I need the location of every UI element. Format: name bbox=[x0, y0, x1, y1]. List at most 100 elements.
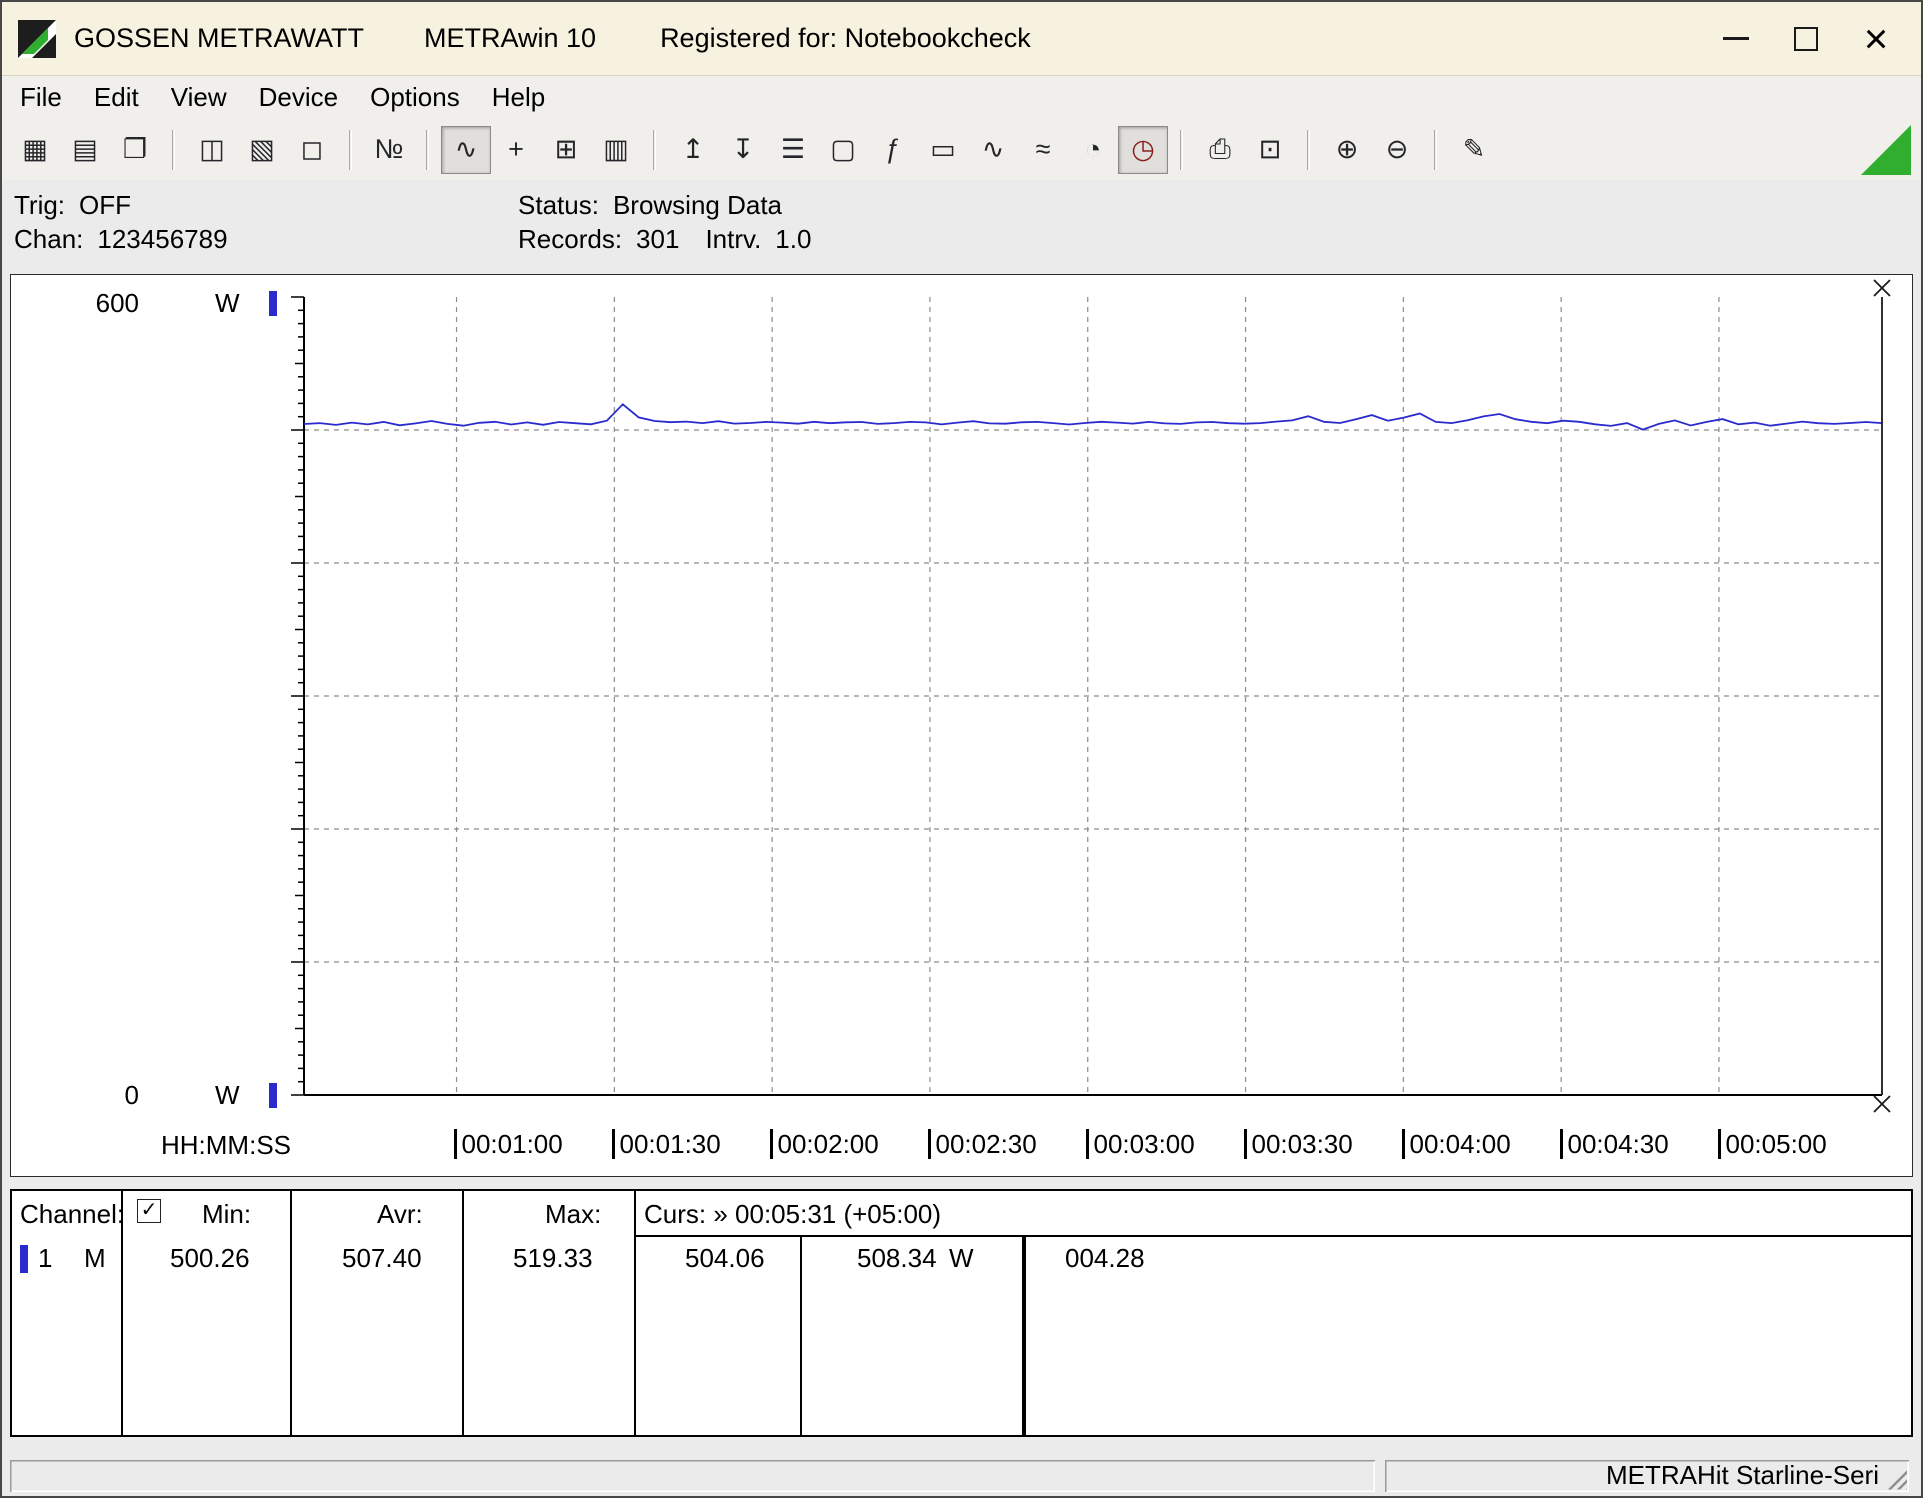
status-value: Browsing Data bbox=[612, 190, 783, 220]
intrv-value: 1.0 bbox=[775, 224, 812, 254]
tick-mark bbox=[1244, 1129, 1247, 1159]
x-tick-label: 00:03:00 bbox=[1086, 1129, 1195, 1159]
crosshair-icon[interactable]: + bbox=[491, 126, 541, 174]
y-axis-unit-bottom: W bbox=[215, 1080, 240, 1110]
chart-panel: 600 W 0 W HH:MM:SS 00:01:00 00:01:30 00:… bbox=[10, 274, 1913, 1177]
sequence-list-icon[interactable]: ☰ bbox=[768, 126, 818, 174]
status-label: Status: bbox=[518, 190, 599, 220]
zoom-out-icon[interactable]: ⊖ bbox=[1372, 126, 1422, 174]
export-icon[interactable]: ◫ bbox=[187, 126, 237, 174]
app-logo-icon bbox=[18, 19, 56, 58]
tick-mark bbox=[454, 1129, 457, 1159]
toolbar-separator bbox=[1307, 129, 1310, 170]
function-icon[interactable]: ƒ bbox=[868, 126, 918, 174]
col-header-channel: Channel: bbox=[20, 1199, 125, 1229]
table-column-divider-thick bbox=[1022, 1235, 1026, 1435]
col-header-min: Min: bbox=[202, 1199, 252, 1229]
download-icon[interactable]: ↧ bbox=[718, 126, 768, 174]
status-panel: Trig: OFF Chan: 123456789 Status: Browsing … bbox=[2, 180, 1921, 274]
save-icon[interactable]: ▦ bbox=[10, 126, 60, 174]
records-label: Records: bbox=[518, 224, 623, 254]
toolbar: ▦ ▤ ❐ ◫ ▧ ◻ № ∿ + ⊞ ▥ ↥ ↧ ☰ ▢ ƒ ▭ ∿ ≈ ◔ … bbox=[2, 119, 1921, 180]
maximize-button[interactable] bbox=[1771, 2, 1841, 76]
toolbar-separator bbox=[172, 129, 175, 170]
tick-mark bbox=[1560, 1129, 1563, 1159]
statusbar: METRAHit Starline-Seri bbox=[2, 1455, 1921, 1496]
zoom-in-icon[interactable]: ⊕ bbox=[1322, 126, 1372, 174]
table-column-divider bbox=[290, 1191, 292, 1435]
channel-color-marker bbox=[20, 1245, 28, 1273]
window-title-brand: GOSSEN METRAWATT bbox=[74, 23, 364, 53]
menu-device[interactable]: Device bbox=[243, 76, 354, 119]
numeric-display-icon[interactable]: № bbox=[364, 126, 414, 174]
connected-device-name: METRAHit Starline-Seri bbox=[1605, 1460, 1879, 1490]
y-axis-max-label: 600 bbox=[95, 288, 139, 318]
col-header-cursor: Curs: » 00:05:31 (+05:00) bbox=[644, 1199, 942, 1229]
cell-delta-value: 004.28 bbox=[1065, 1243, 1145, 1273]
tick-mark bbox=[1086, 1129, 1089, 1159]
trigger-channel-info: Trig: OFF Chan: 123456789 bbox=[14, 188, 228, 256]
x-tick-label: 00:02:30 bbox=[928, 1129, 1037, 1159]
table-column-divider bbox=[121, 1191, 123, 1435]
x-tick-label: 00:02:00 bbox=[770, 1129, 879, 1159]
x-tick-label: 00:04:00 bbox=[1402, 1129, 1511, 1159]
envelope-icon[interactable]: ≈ bbox=[1018, 126, 1068, 174]
open-icon[interactable]: ❐ bbox=[110, 126, 160, 174]
menu-options[interactable]: Options bbox=[354, 76, 476, 119]
close-button[interactable]: × bbox=[1841, 2, 1911, 76]
minimize-button[interactable] bbox=[1701, 2, 1771, 76]
device-display-icon[interactable]: ▭ bbox=[918, 126, 968, 174]
y-axis-unit-top: W bbox=[215, 288, 240, 318]
print-icon[interactable]: ⎙ bbox=[1195, 126, 1245, 174]
trend-plot[interactable] bbox=[11, 275, 1912, 1176]
cell-cursor-value-2: 508.34 bbox=[857, 1243, 937, 1273]
expand-triangle-icon[interactable] bbox=[1861, 125, 1911, 175]
menu-file[interactable]: File bbox=[4, 76, 78, 119]
table-view-icon[interactable]: ⊞ bbox=[541, 126, 591, 174]
chan-value: 123456789 bbox=[97, 224, 228, 254]
window-title-registered: Registered for: Notebookcheck bbox=[660, 23, 1031, 53]
cell-unit: W bbox=[949, 1243, 974, 1273]
toolbar-separator bbox=[1434, 129, 1437, 170]
cursor-header-divider bbox=[634, 1235, 1911, 1237]
timer-icon[interactable]: ◷ bbox=[1118, 125, 1168, 174]
import-icon[interactable]: ▧ bbox=[237, 126, 287, 174]
comment-icon[interactable]: ✎ bbox=[1449, 126, 1499, 174]
print-preview-icon[interactable]: ⊡ bbox=[1245, 126, 1295, 174]
y-axis-min-label: 0 bbox=[124, 1080, 139, 1110]
table-column-divider bbox=[800, 1235, 802, 1435]
intrv-label: Intrv. bbox=[705, 224, 762, 254]
upload-icon[interactable]: ↥ bbox=[668, 126, 718, 174]
bar-graph-icon[interactable]: ▥ bbox=[591, 126, 641, 174]
cell-channel-number: 1 bbox=[38, 1243, 53, 1273]
col-header-avr: Avr: bbox=[377, 1199, 423, 1229]
toolbar-separator bbox=[426, 129, 429, 170]
waveform-icon[interactable]: ∿ bbox=[968, 126, 1018, 174]
records-value: 301 bbox=[636, 224, 680, 254]
copy-icon[interactable]: ◻ bbox=[287, 126, 337, 174]
cell-min-value: 500.26 bbox=[170, 1243, 250, 1273]
maximize-icon bbox=[1794, 26, 1818, 51]
toolbar-separator bbox=[653, 129, 656, 170]
trig-label: Trig: bbox=[14, 190, 66, 220]
monitor-icon[interactable]: ▢ bbox=[818, 126, 868, 174]
resize-grip[interactable] bbox=[1885, 1467, 1907, 1490]
x-tick-label: 00:05:00 bbox=[1718, 1129, 1827, 1159]
cell-channel-mode: M bbox=[84, 1243, 106, 1273]
toolbar-separator bbox=[349, 129, 352, 170]
menu-view[interactable]: View bbox=[155, 76, 243, 119]
save-as-icon[interactable]: ▤ bbox=[60, 126, 110, 174]
channel-visible-checkbox[interactable]: ✓ bbox=[137, 1199, 161, 1223]
chan-label: Chan: bbox=[14, 224, 84, 254]
menu-help[interactable]: Help bbox=[476, 76, 561, 119]
menu-edit[interactable]: Edit bbox=[78, 76, 155, 119]
trend-view-icon[interactable]: ∿ bbox=[441, 125, 491, 174]
x-axis-format-label: HH:MM:SS bbox=[161, 1130, 291, 1160]
channel-marker-bottom bbox=[269, 1083, 277, 1108]
toolbar-separator bbox=[1180, 129, 1183, 170]
tick-mark bbox=[612, 1129, 615, 1159]
statusbar-message-panel bbox=[10, 1460, 1375, 1492]
clock-icon[interactable]: ◔ bbox=[1068, 126, 1118, 174]
col-header-max: Max: bbox=[545, 1199, 602, 1229]
window-title-app: METRAwin 10 bbox=[424, 23, 597, 53]
